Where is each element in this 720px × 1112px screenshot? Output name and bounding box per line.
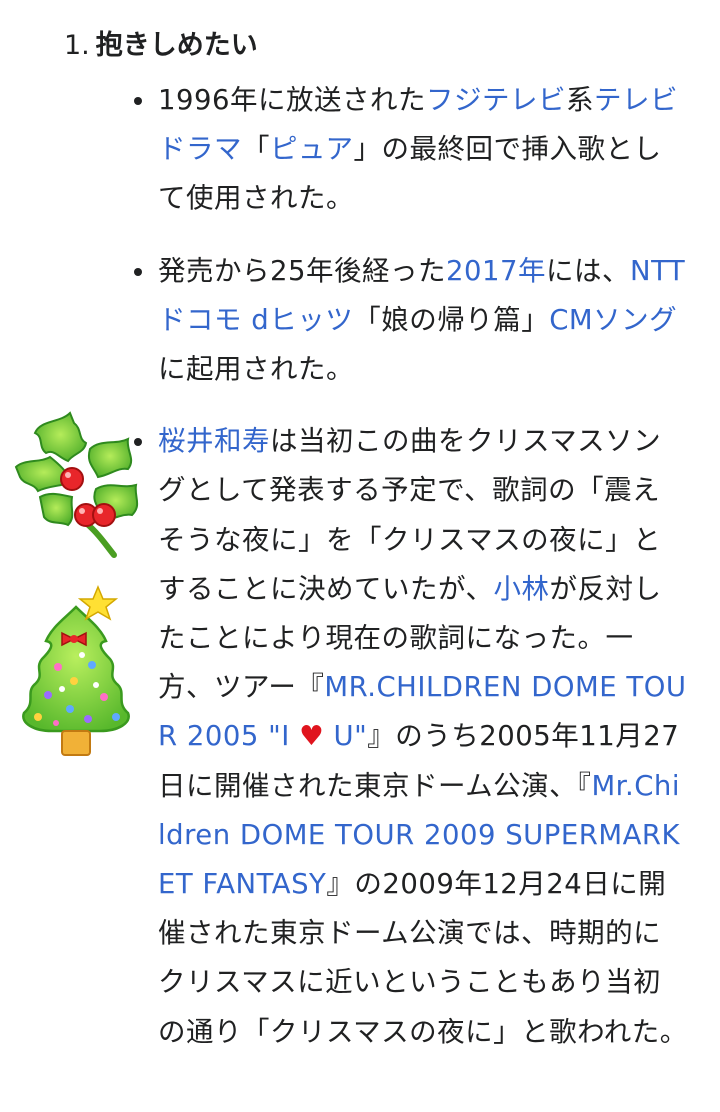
- body-text: 「娘の帰り篇」: [353, 303, 550, 336]
- inline-link[interactable]: U": [324, 720, 367, 752]
- bullet-item-2: 発売から25年後経った2017年には、NTTドコモ dヒッツ「娘の帰り篇」CMソ…: [134, 247, 688, 395]
- inline-link[interactable]: 小林: [493, 573, 549, 605]
- body-text: 発売から25年後経った: [158, 254, 446, 287]
- bullet-item-1: 1996年に放送されたフジテレビ系テレビドラマ「ピュア」の最終回で挿入歌として使…: [134, 76, 688, 224]
- body-text: には、: [546, 254, 630, 287]
- inline-link[interactable]: CMソング: [549, 304, 677, 336]
- christmas-tree-icon: [22, 585, 130, 756]
- heart-icon: ♥: [299, 720, 325, 753]
- bullet-item-3: 桜井和寿は当初この曲をクリスマスソングとして発表する予定で、歌詞の「震えそうな夜…: [134, 417, 688, 1057]
- inline-link[interactable]: ピュア: [270, 133, 353, 165]
- body-text: 「: [242, 133, 270, 166]
- song-title: 抱きしめたい: [95, 30, 258, 61]
- body-text: に起用された。: [158, 353, 354, 386]
- bullet-list: 1996年に放送されたフジテレビ系テレビドラマ「ピュア」の最終回で挿入歌として使…: [134, 76, 688, 1080]
- holly-icon: [14, 411, 139, 558]
- inline-link[interactable]: 2017年: [446, 255, 546, 287]
- inline-link[interactable]: フジテレビ: [426, 84, 566, 116]
- body-text: 系: [566, 84, 594, 116]
- list-heading: 1. 抱きしめたい: [64, 28, 258, 64]
- list-number: 1.: [64, 30, 90, 61]
- body-text: 1996年に放送された: [158, 84, 426, 116]
- inline-link[interactable]: 桜井和寿: [158, 425, 270, 457]
